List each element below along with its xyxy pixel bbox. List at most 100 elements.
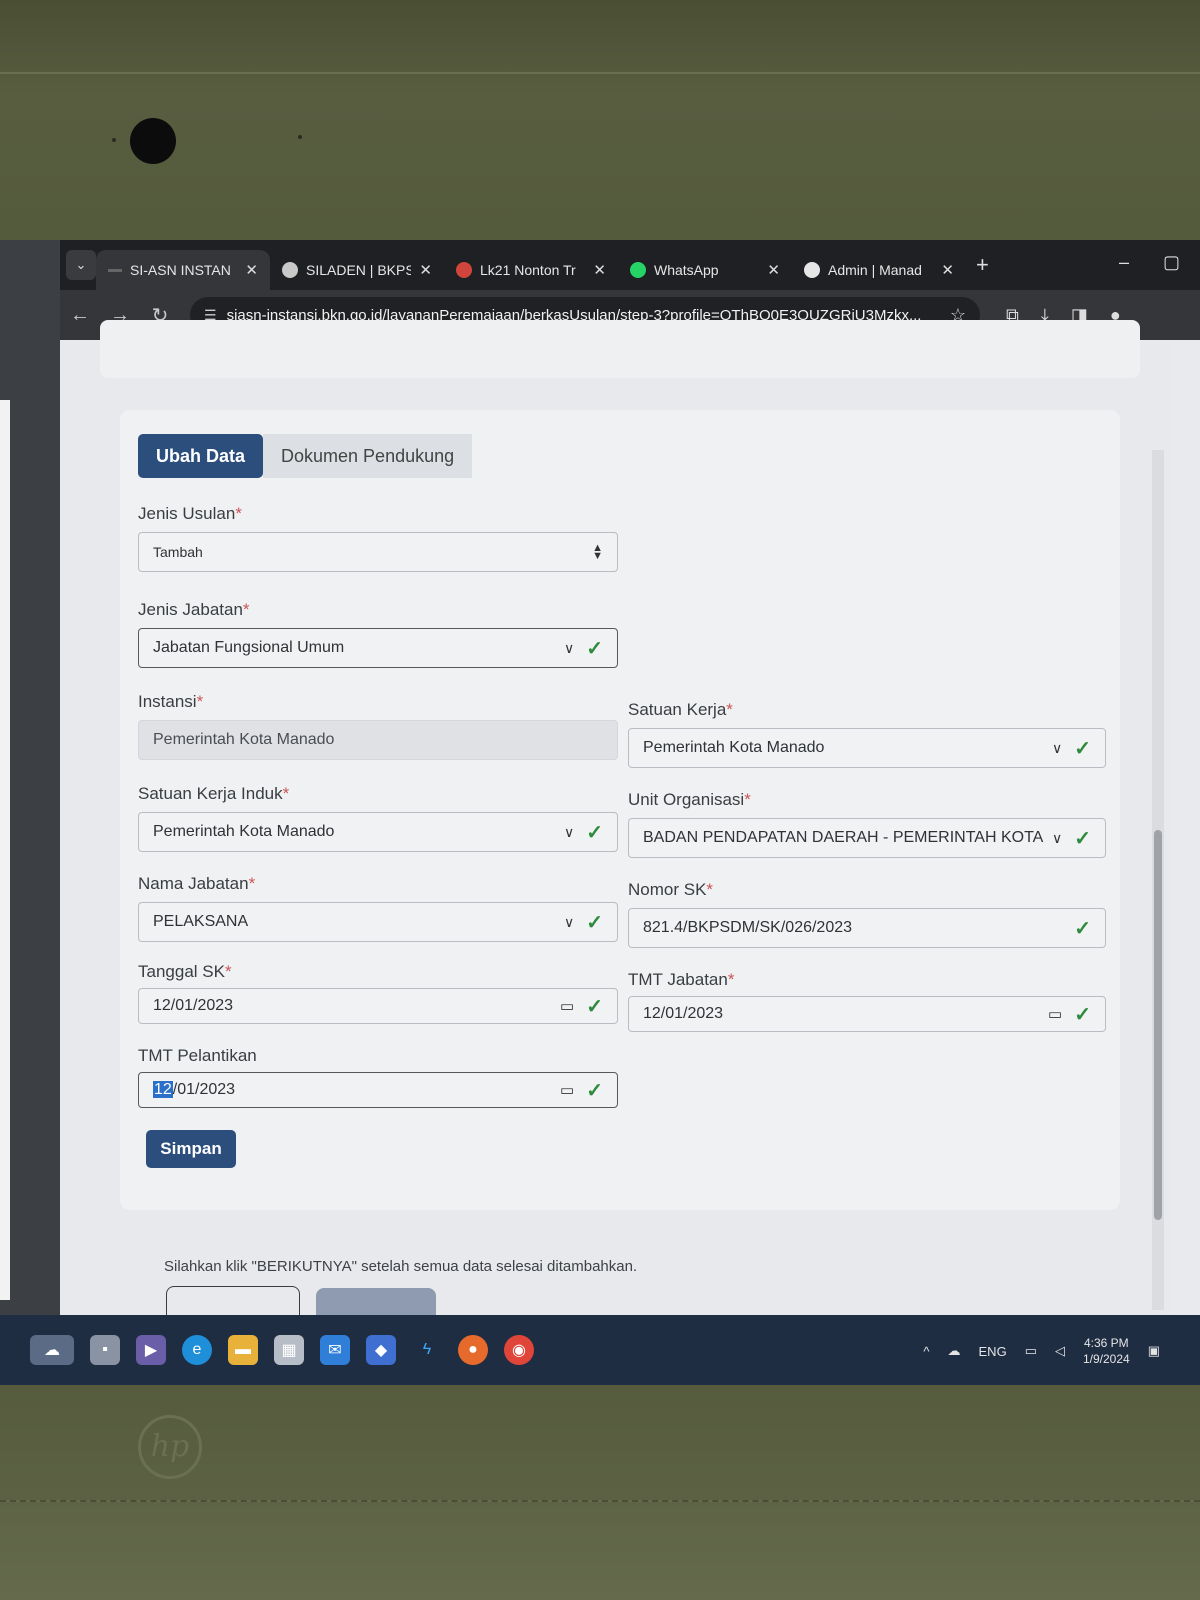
volume-icon[interactable]: ◁ (1055, 1343, 1065, 1359)
label-tmt-jabatan: TMT Jabatan* (628, 970, 735, 989)
tmt-pelantikan-value: 12/01/2023 (153, 1081, 236, 1098)
form-tabs: Ubah Data Dokumen Pendukung (138, 434, 473, 478)
tab-dokumen-pendukung[interactable]: Dokumen Pendukung (263, 434, 473, 478)
chrome-icon[interactable]: ◉ (504, 1335, 534, 1365)
label-unit-organisasi: Unit Organisasi* (628, 790, 751, 809)
system-tray: ^ ☁ ENG ▭ ◁ 4:36 PM 1/9/2024 ▣ (923, 1335, 1160, 1367)
close-tab-icon[interactable]: ✕ (941, 261, 954, 279)
close-tab-icon[interactable]: ✕ (593, 261, 606, 279)
tray-overflow-icon[interactable]: ^ (923, 1344, 929, 1359)
browser-tab[interactable]: SI-ASN INSTAN ✕ (96, 250, 270, 290)
lk21-favicon-icon (456, 262, 472, 278)
clock[interactable]: 4:36 PM 1/9/2024 (1083, 1335, 1130, 1367)
webcam (130, 118, 176, 164)
sensor-dot (112, 138, 116, 142)
tmt-jabatan-date-input[interactable]: 12/01/2023 ▭ ✓ (628, 996, 1106, 1032)
store-icon[interactable]: ▦ (274, 1335, 304, 1365)
tmt-pelantikan-date-input[interactable]: 12/01/2023 ▭ ✓ (138, 1072, 618, 1108)
keyboard-edge (0, 1500, 1200, 1600)
check-icon: ✓ (1074, 827, 1091, 850)
previous-card (100, 320, 1140, 378)
widgets-icon[interactable]: ☁ (30, 1335, 74, 1365)
page-scrollbar[interactable] (1152, 450, 1164, 1310)
file-explorer-icon[interactable]: ▬ (228, 1335, 258, 1365)
new-tab-icon[interactable]: + (976, 252, 989, 278)
whatsapp-favicon-icon (630, 262, 646, 278)
label-tmt-pelantikan: TMT Pelantikan (138, 1046, 257, 1065)
notification-icon[interactable]: ▣ (1148, 1343, 1160, 1359)
browser-tab[interactable]: Admin | Manad ✕ (792, 250, 966, 290)
language-indicator[interactable]: ENG (979, 1344, 1007, 1359)
nama-jabatan-select[interactable]: PELAKSANA ∨ ✓ (138, 902, 618, 942)
calendar-icon[interactable]: ▭ (560, 997, 574, 1015)
meet-icon[interactable]: ▶ (136, 1335, 166, 1365)
instansi-field: Pemerintah Kota Manado (138, 720, 618, 760)
network-icon[interactable]: ▭ (1025, 1343, 1037, 1359)
siladen-favicon-icon (282, 262, 298, 278)
back-icon[interactable]: ← (60, 304, 100, 327)
bezel-edge (0, 72, 1200, 74)
check-icon: ✓ (586, 821, 603, 844)
jenis-usulan-select[interactable]: Tambah ▲ ▼ (138, 532, 618, 572)
footer-note: Silahkan klik "BERIKUTNYA" setelah semua… (164, 1258, 638, 1275)
label-jenis-usulan: Jenis Usulan* (138, 504, 242, 523)
admin-favicon-icon (804, 262, 820, 278)
check-icon: ✓ (586, 995, 603, 1018)
browser-tab[interactable]: Lk21 Nonton Tr ✕ (444, 250, 618, 290)
tanggal-sk-date-input[interactable]: 12/01/2023 ▭ ✓ (138, 988, 618, 1024)
label-nama-jabatan: Nama Jabatan* (138, 874, 256, 893)
browser-tab-strip: ⌄ SI-ASN INSTAN ✕ SILADEN | BKPS ✕ Lk21 … (60, 240, 1200, 290)
check-icon: ✓ (1074, 737, 1091, 760)
label-satuan-kerja-induk: Satuan Kerja Induk* (138, 784, 290, 803)
save-button[interactable]: Simpan (146, 1130, 236, 1168)
firefox-icon[interactable]: ● (458, 1335, 488, 1365)
calendar-icon[interactable]: ▭ (560, 1081, 574, 1099)
back-button[interactable] (166, 1286, 300, 1316)
form-card: Ubah Data Dokumen Pendukung Jenis Usulan… (120, 410, 1120, 1210)
chevron-down-icon: ∨ (563, 823, 575, 840)
maximize-icon[interactable]: ▢ (1163, 252, 1180, 273)
close-tab-icon[interactable]: ✕ (419, 261, 432, 279)
tab-ubah-data[interactable]: Ubah Data (138, 434, 264, 478)
cloud-icon[interactable]: ☁ (948, 1343, 961, 1359)
chevron-down-icon: ∨ (1051, 829, 1063, 846)
label-tanggal-sk: Tanggal SK* (138, 962, 232, 981)
window-controls: – ▢ (1119, 252, 1180, 273)
satuan-kerja-select[interactable]: Pemerintah Kota Manado ∨ ✓ (628, 728, 1106, 768)
close-tab-icon[interactable]: ✕ (245, 261, 258, 279)
app-icon[interactable]: ϟ (412, 1335, 442, 1365)
task-view-icon[interactable]: ▪ (90, 1335, 120, 1365)
check-icon: ✓ (586, 1079, 603, 1102)
chevron-down-icon: ∨ (563, 913, 575, 930)
check-icon: ✓ (1074, 1003, 1091, 1026)
laptop-bezel-top (0, 0, 1200, 240)
label-satuan-kerja: Satuan Kerja* (628, 700, 733, 719)
label-instansi: Instansi* (138, 692, 204, 711)
siasn-favicon-icon (108, 268, 122, 272)
close-tab-icon[interactable]: ✕ (767, 261, 780, 279)
chevron-down-icon: ∨ (1051, 739, 1063, 756)
satuan-kerja-induk-select[interactable]: Pemerintah Kota Manado ∨ ✓ (138, 812, 618, 852)
label-nomor-sk: Nomor SK* (628, 880, 714, 899)
next-button[interactable] (316, 1288, 436, 1318)
sensor-dot (298, 135, 302, 139)
mail-icon[interactable]: ✉ (320, 1335, 350, 1365)
jenis-jabatan-select[interactable]: Jabatan Fungsional Umum ∨ ✓ (138, 628, 618, 668)
browser-tab[interactable]: SILADEN | BKPS ✕ (270, 250, 444, 290)
left-window-edge (0, 240, 60, 1385)
page-content: Ubah Data Dokumen Pendukung Jenis Usulan… (60, 320, 1170, 1318)
nomor-sk-input[interactable]: 821.4/BKPSDM/SK/026/2023 ✓ (628, 908, 1106, 948)
scrollbar-thumb[interactable] (1154, 830, 1162, 1220)
label-jenis-jabatan: Jenis Jabatan* (138, 600, 250, 619)
check-icon: ✓ (586, 637, 603, 660)
browser-tab[interactable]: WhatsApp ✕ (618, 250, 792, 290)
edge-icon[interactable]: e (182, 1335, 212, 1365)
check-icon: ✓ (1074, 917, 1091, 940)
screen: ⌄ SI-ASN INSTAN ✕ SILADEN | BKPS ✕ Lk21 … (0, 240, 1200, 1385)
calendar-icon[interactable]: ▭ (1048, 1005, 1062, 1023)
minimize-icon[interactable]: – (1119, 252, 1129, 273)
unit-organisasi-select[interactable]: BADAN PENDAPATAN DAERAH - PEMERINTAH KOT… (628, 818, 1106, 858)
tab-search-chevron-icon[interactable]: ⌄ (66, 250, 96, 280)
hp-logo: hp (138, 1415, 202, 1479)
dropbox-icon[interactable]: ◆ (366, 1335, 396, 1365)
